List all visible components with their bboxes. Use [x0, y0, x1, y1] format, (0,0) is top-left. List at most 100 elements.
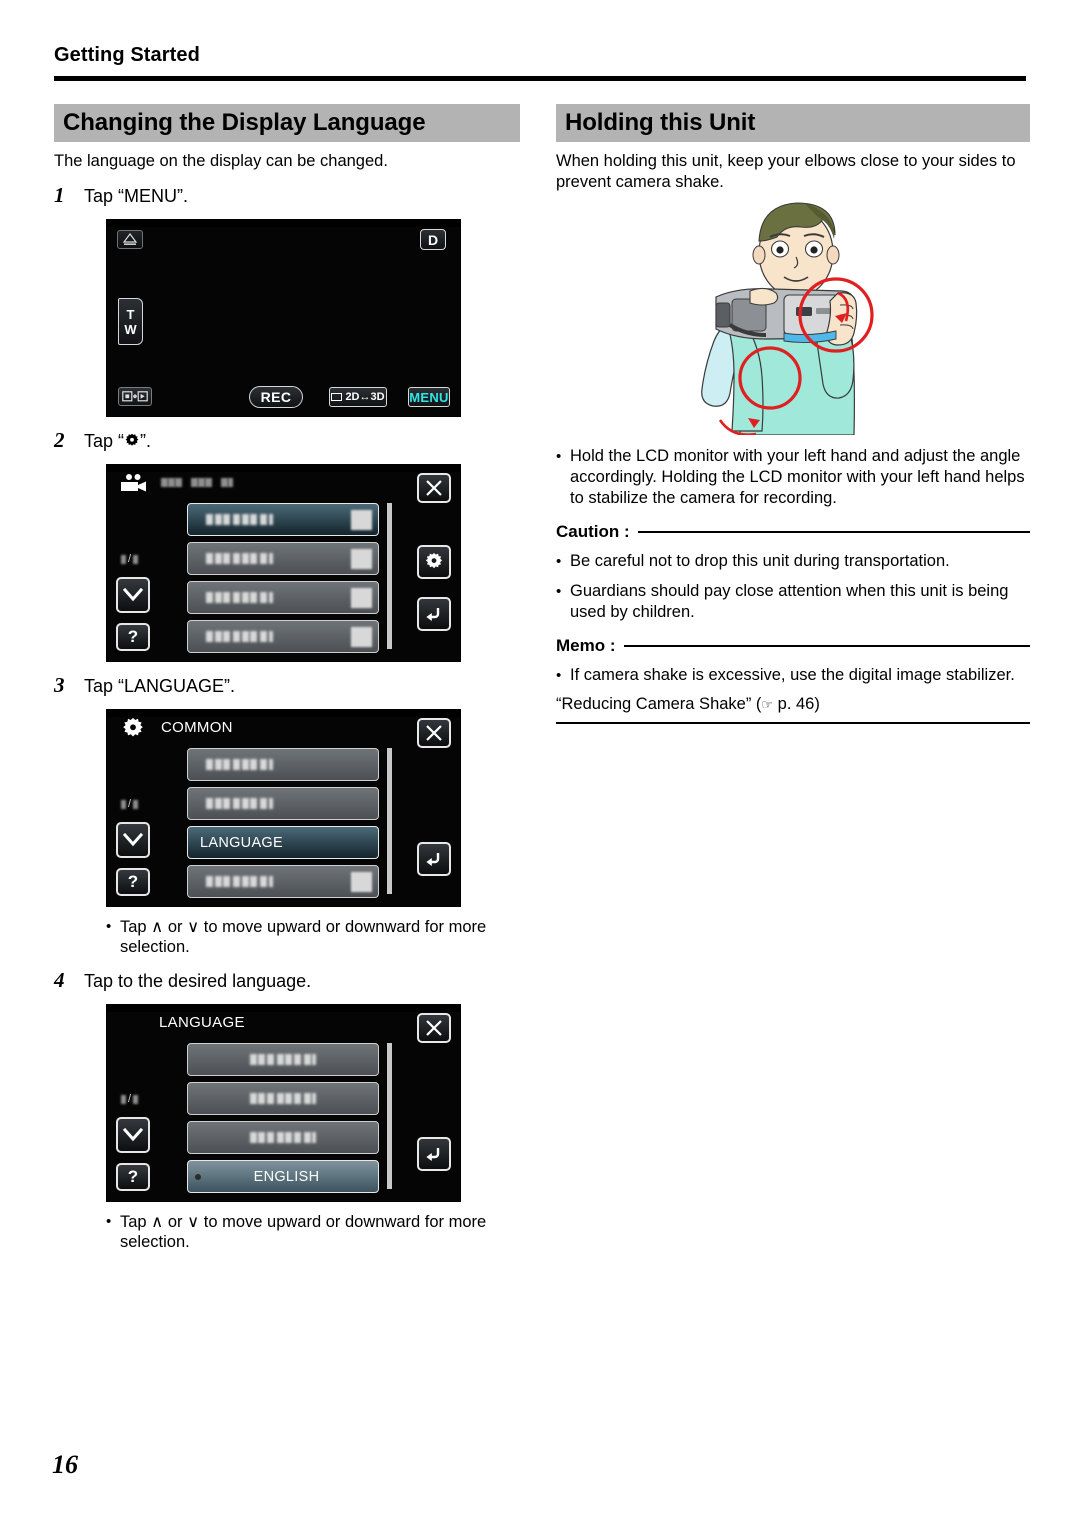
step-number: 3 [54, 673, 65, 697]
step-3: 3 Tap “LANGUAGE”. [54, 672, 520, 699]
note-text: Hold the LCD monitor with your left hand… [570, 447, 1025, 507]
list-item-language[interactable]: LANGUAGE [187, 826, 379, 859]
redacted-label [194, 876, 347, 887]
list-item[interactable] [187, 1121, 379, 1154]
pointing-hand-icon: ☞ [761, 697, 774, 712]
scrollbar[interactable] [387, 503, 392, 649]
redacted-label [194, 553, 347, 564]
redacted-label [194, 1093, 372, 1104]
note-text: Tap ∧ or ∨ to move upward or downward fo… [120, 918, 487, 956]
list-item-label: LANGUAGE [200, 834, 283, 851]
xref-page: p. 46) [773, 695, 820, 713]
bullet: • [106, 918, 112, 935]
redacted-label [194, 631, 347, 642]
scrollbar[interactable] [387, 1043, 392, 1189]
redacted-label [194, 1132, 372, 1143]
bullet: • [556, 583, 562, 600]
list-item[interactable] [187, 865, 379, 898]
header-divider [54, 76, 1026, 81]
bullet: • [556, 667, 562, 684]
redacted-title [161, 474, 233, 491]
rec-button[interactable]: REC [249, 386, 303, 408]
screen-rect-icon [331, 393, 343, 401]
scene-select-icon[interactable] [117, 230, 143, 249]
screen-title: LANGUAGE [159, 1014, 245, 1031]
bullet: • [106, 1213, 112, 1230]
video-camera-icon [120, 473, 148, 493]
note-scroll-hint-1: • Tap ∧ or ∨ to move upward or downward … [106, 917, 510, 957]
list-item[interactable] [187, 581, 379, 614]
close-button[interactable] [417, 718, 451, 748]
scroll-down-button[interactable] [116, 822, 150, 858]
2d-3d-label: 2D↔3D [345, 391, 385, 403]
settings-gear-button[interactable] [417, 545, 451, 579]
right-column: Holding this Unit When holding this unit… [556, 104, 1030, 724]
list-item[interactable] [187, 503, 379, 536]
step-number: 1 [54, 183, 65, 207]
lcd-bezel-top [107, 220, 460, 227]
zoom-wide-label: W [124, 321, 137, 337]
list-item[interactable] [187, 1043, 379, 1076]
back-button[interactable] [417, 597, 451, 631]
back-button[interactable] [417, 1137, 451, 1171]
list-item[interactable] [187, 620, 379, 653]
memo-text: If camera shake is excessive, use the di… [570, 666, 1015, 684]
list-item[interactable] [187, 542, 379, 575]
section-banner-holding: Holding this Unit [556, 104, 1030, 142]
list-item[interactable] [187, 748, 379, 781]
menu-button[interactable]: MENU [408, 387, 450, 407]
badge-d: D [420, 229, 446, 250]
close-button[interactable] [417, 473, 451, 503]
cross-reference[interactable]: “Reducing Camera Shake” (☞ p. 46) [556, 694, 1030, 715]
scrollbar[interactable] [387, 748, 392, 894]
note-scroll-hint-2: • Tap ∧ or ∨ to move upward or downward … [106, 1212, 510, 1252]
row-thumbnail [351, 509, 372, 530]
back-button[interactable] [417, 842, 451, 876]
list-item-label: ENGLISH [253, 1168, 320, 1185]
help-button[interactable]: ? [116, 623, 150, 651]
2d-3d-toggle-button[interactable]: 2D↔3D [329, 387, 387, 407]
xref-text: “Reducing Camera Shake” ( [556, 695, 762, 713]
help-button[interactable]: ? [116, 1163, 150, 1191]
list-item[interactable] [187, 787, 379, 820]
row-thumbnail [351, 587, 372, 608]
help-button[interactable]: ? [116, 868, 150, 896]
memo-label: Memo : [556, 636, 616, 655]
redacted-label [194, 592, 347, 603]
caution-text: Guardians should pay close attention whe… [570, 582, 1009, 621]
step-number: 2 [54, 428, 65, 452]
step-text: Tap “MENU”. [84, 186, 189, 206]
lcd-screen-language-list: LANGUAGE / ? ENGLISH [106, 1004, 461, 1202]
lcd-bezel-top [107, 465, 460, 472]
lcd-screen-record-standby: D T W REC 2D↔3D MENU [106, 219, 461, 417]
redacted-label [194, 1054, 372, 1065]
note-hold-lcd: • Hold the LCD monitor with your left ha… [556, 446, 1030, 509]
redacted-label [194, 759, 372, 770]
gear-icon [124, 430, 140, 446]
scroll-down-button[interactable] [116, 577, 150, 613]
zoom-control[interactable]: T W [118, 298, 143, 345]
lcd-screen-common-settings: COMMON / ? LANGUAGE [106, 709, 461, 907]
list-item-english[interactable]: ENGLISH [187, 1160, 379, 1193]
screen-title [161, 474, 233, 491]
screen-title: COMMON [161, 719, 233, 736]
close-button[interactable] [417, 1013, 451, 1043]
scroll-down-button[interactable] [116, 1117, 150, 1153]
manual-page: Getting Started Changing the Display Lan… [0, 0, 1080, 1527]
left-column: Changing the Display Language The langua… [54, 104, 520, 1252]
person-holding-camcorder-illustration [556, 195, 1030, 437]
caution-heading: Caution : [556, 522, 1030, 542]
zoom-tele-label: T [126, 306, 135, 322]
language-intro-text: The language on the display can be chang… [54, 152, 388, 170]
section-title: Holding this Unit [565, 109, 756, 136]
section-bottom-rule [556, 722, 1030, 724]
holding-intro-text: When holding this unit, keep your elbows… [556, 152, 1016, 191]
lcd-screen-video-menu: / ? [106, 464, 461, 662]
step-4: 4 Tap to the desired language. [54, 967, 520, 994]
mode-switch-icon[interactable] [118, 387, 152, 406]
lcd-bezel-top [107, 1005, 460, 1012]
section-banner-language: Changing the Display Language [54, 104, 520, 142]
caution-text: Be careful not to drop this unit during … [570, 552, 950, 570]
list-item[interactable] [187, 1082, 379, 1115]
row-thumbnail [351, 871, 372, 892]
